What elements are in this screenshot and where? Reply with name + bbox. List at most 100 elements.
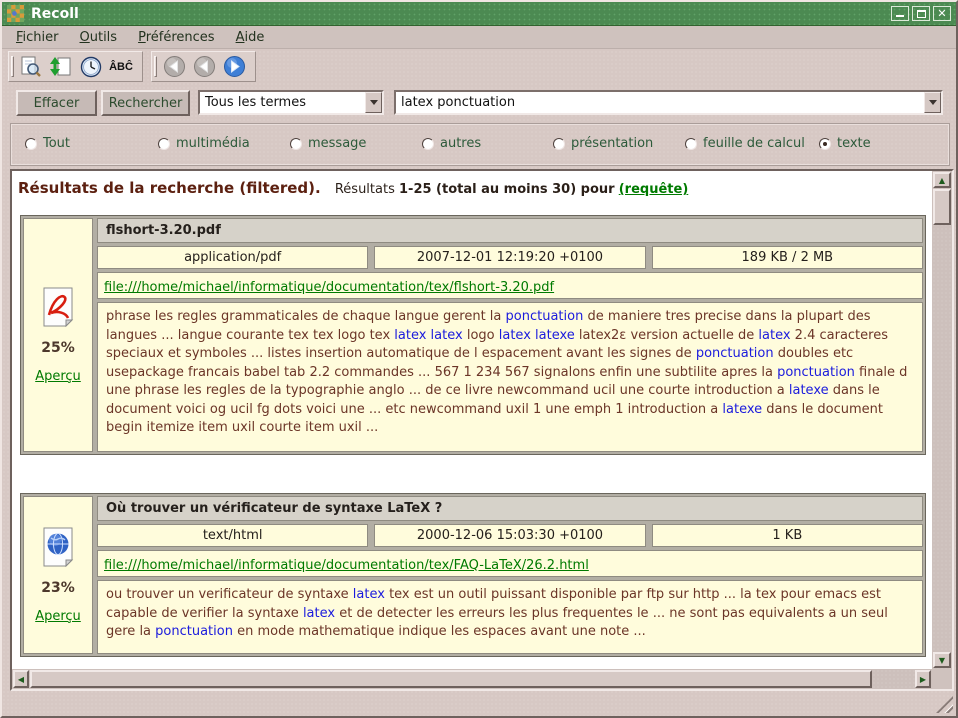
relevance-percent: 25% xyxy=(41,340,75,356)
result-date: 2007-12-01 12:19:20 +0100 xyxy=(374,246,645,269)
maximize-icon xyxy=(917,10,926,18)
filter-radio-tout[interactable]: Tout xyxy=(25,136,70,151)
history-button[interactable] xyxy=(77,53,105,80)
result-mime: application/pdf xyxy=(97,246,368,269)
relevance-percent: 23% xyxy=(41,580,75,596)
result-url-row: file:///home/michael/informatique/docume… xyxy=(97,272,923,299)
filter-category-frame: Tout multimédia message autres présentat… xyxy=(10,123,950,166)
next-page-button[interactable] xyxy=(220,53,248,80)
toolbar-group-nav xyxy=(151,51,256,82)
menu-preferences[interactable]: Préférences xyxy=(132,28,220,47)
result-size: 189 KB / 2 MB xyxy=(652,246,923,269)
term-explorer-button[interactable]: ÂBĈ xyxy=(107,53,135,80)
close-button[interactable]: ✕ xyxy=(933,6,951,21)
result-title: Où trouver un vérificateur de syntaxe La… xyxy=(97,496,923,521)
preview-link[interactable]: Aperçu xyxy=(35,609,81,624)
filter-radio-message[interactable]: message xyxy=(290,136,366,151)
horizontal-scrollbar[interactable]: ◀ ▶ xyxy=(12,669,932,689)
recoll-window: Recoll ✕ Fichier Outils Préférences Aide xyxy=(0,0,958,718)
chevron-down-icon[interactable] xyxy=(924,92,941,113)
preview-link[interactable]: Aperçu xyxy=(35,369,81,384)
document-preview-button[interactable] xyxy=(17,53,45,80)
toolbar-grip[interactable] xyxy=(11,56,14,77)
search-mode-select[interactable]: Tous les termes xyxy=(198,90,384,115)
result-mime: text/html xyxy=(97,524,368,547)
history-clock-icon xyxy=(80,56,102,78)
update-index-icon xyxy=(49,55,73,79)
result-item-1: 25% Aperçu flshort-3.20.pdf application/… xyxy=(20,215,926,455)
result-1-side: 25% Aperçu xyxy=(23,218,93,452)
radio-circle-icon xyxy=(290,138,302,150)
vertical-scrollbar[interactable]: ▲ ▼ xyxy=(932,171,952,669)
result-snippet: ou trouver un verificateur de syntaxe la… xyxy=(97,580,923,654)
horizontal-scroll-thumb[interactable] xyxy=(30,670,872,688)
radio-circle-icon xyxy=(819,138,831,150)
toolbar: ÂBĈ xyxy=(2,49,956,84)
resize-grip-icon[interactable] xyxy=(936,696,953,713)
results-summary-plain: Résultats xyxy=(335,182,395,197)
filter-radio-autres[interactable]: autres xyxy=(422,136,481,151)
result-snippet: phrase les regles grammaticales de chaqu… xyxy=(97,302,923,452)
radio-circle-icon xyxy=(685,138,697,150)
result-2-side: 23% Aperçu xyxy=(23,496,93,654)
document-preview-icon xyxy=(19,55,43,79)
scroll-left-button[interactable]: ◀ xyxy=(13,670,29,688)
scroll-right-button[interactable]: ▶ xyxy=(915,670,931,688)
result-url-link[interactable]: file:///home/michael/informatique/docume… xyxy=(104,558,589,573)
toolbar-group-main: ÂBĈ xyxy=(8,51,143,82)
html-file-icon xyxy=(41,527,75,567)
search-input[interactable] xyxy=(396,95,924,110)
previous-page-icon xyxy=(193,55,216,78)
titlebar: Recoll ✕ xyxy=(2,2,956,26)
result-2-main: Où trouver un vérificateur de syntaxe La… xyxy=(97,496,923,654)
window-title: Recoll xyxy=(31,6,888,22)
menubar: Fichier Outils Préférences Aide xyxy=(2,26,956,49)
search-button[interactable]: Rechercher xyxy=(101,90,190,116)
results-summary-count: 1-25 (total au moins 30) pour xyxy=(399,182,615,197)
close-icon: ✕ xyxy=(937,8,946,19)
first-page-button[interactable] xyxy=(160,53,188,80)
query-link[interactable]: (requête) xyxy=(619,182,689,197)
radio-circle-icon xyxy=(422,138,434,150)
update-index-button[interactable] xyxy=(47,53,75,80)
maximize-button[interactable] xyxy=(912,6,930,21)
radio-circle-icon xyxy=(553,138,565,150)
search-query-combo xyxy=(394,90,943,115)
result-meta-row: text/html 2000-12-06 15:03:30 +0100 1 KB xyxy=(97,524,923,547)
scroll-up-button[interactable]: ▲ xyxy=(933,172,951,188)
radio-circle-icon xyxy=(158,138,170,150)
results-content: Résultats de la recherche (filtered). Ré… xyxy=(12,171,932,669)
first-page-icon xyxy=(163,55,186,78)
search-row: Effacer Rechercher Tous les termes xyxy=(2,90,956,118)
clear-button[interactable]: Effacer xyxy=(16,90,97,116)
radio-circle-icon xyxy=(25,138,37,150)
filter-radio-presentation[interactable]: présentation xyxy=(553,136,653,151)
filter-radio-multimedia[interactable]: multimédia xyxy=(158,136,250,151)
minimize-icon xyxy=(896,10,904,17)
next-page-icon xyxy=(223,55,246,78)
menu-outils[interactable]: Outils xyxy=(74,28,124,47)
result-item-2: 23% Aperçu Où trouver un vérificateur de… xyxy=(20,493,926,657)
statusbar xyxy=(2,691,956,716)
result-meta-row: application/pdf 2007-12-01 12:19:20 +010… xyxy=(97,246,923,269)
results-heading: Résultats de la recherche (filtered). xyxy=(18,179,321,197)
toolbar-grip[interactable] xyxy=(154,56,157,77)
previous-page-button[interactable] xyxy=(190,53,218,80)
result-url-row: file:///home/michael/informatique/docume… xyxy=(97,550,923,577)
chevron-down-icon[interactable] xyxy=(365,92,382,113)
result-1-main: flshort-3.20.pdf application/pdf 2007-12… xyxy=(97,218,923,452)
minimize-button[interactable] xyxy=(891,6,909,21)
results-panel: Résultats de la recherche (filtered). Ré… xyxy=(10,169,954,691)
filter-radio-texte[interactable]: texte xyxy=(819,136,871,151)
menu-aide[interactable]: Aide xyxy=(230,28,271,47)
scroll-down-button[interactable]: ▼ xyxy=(933,652,951,668)
vertical-scroll-thumb[interactable] xyxy=(933,189,951,225)
result-date: 2000-12-06 15:03:30 +0100 xyxy=(374,524,645,547)
menu-fichier[interactable]: Fichier xyxy=(10,28,65,47)
result-url-link[interactable]: file:///home/michael/informatique/docume… xyxy=(104,280,554,295)
result-title: flshort-3.20.pdf xyxy=(97,218,923,243)
search-mode-value: Tous les termes xyxy=(200,95,365,110)
pdf-file-icon xyxy=(41,287,75,327)
filter-radio-feuille-de-calcul[interactable]: feuille de calcul xyxy=(685,136,805,151)
recoll-app-icon xyxy=(7,5,24,22)
